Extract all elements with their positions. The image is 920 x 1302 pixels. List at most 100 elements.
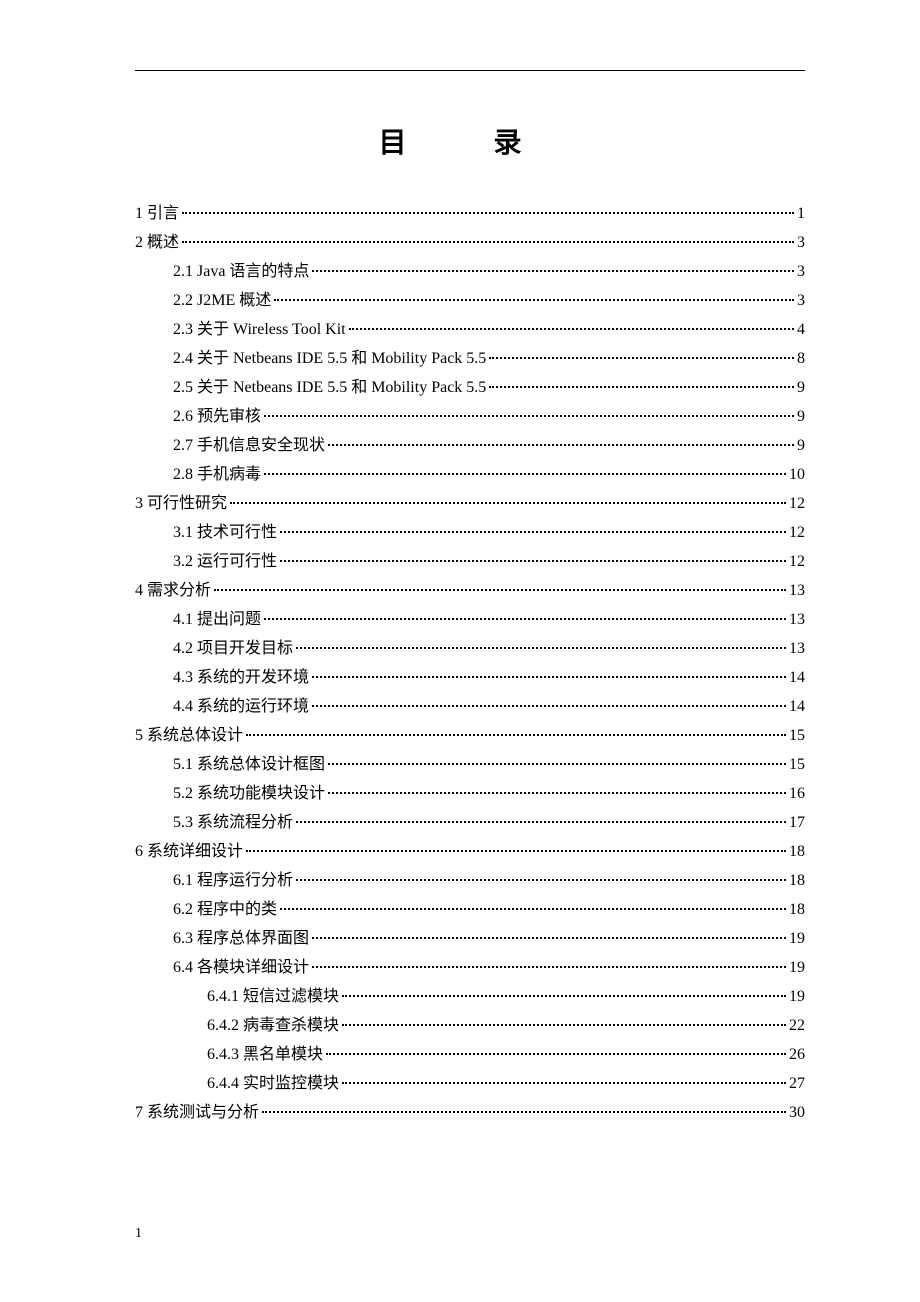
toc-leader-dots: [489, 357, 794, 359]
toc-entry: 3.1 技术可行性 12: [135, 525, 805, 541]
toc-entry-page: 14: [789, 699, 805, 715]
toc-entry: 2.4 关于 Netbeans IDE 5.5 和 Mobility Pack …: [135, 351, 805, 367]
toc-entry-label: 2.2 J2ME 概述: [173, 293, 271, 309]
toc-entry-label: 6.4 各模块详细设计: [173, 960, 309, 976]
toc-entry-label: 6.2 程序中的类: [173, 902, 277, 918]
toc-leader-dots: [312, 966, 786, 968]
toc-entry-page: 13: [789, 612, 805, 628]
toc-entry-label: 4.1 提出问题: [173, 612, 261, 628]
toc-entry-page: 9: [797, 409, 805, 425]
toc-entry-page: 12: [789, 554, 805, 570]
toc-entry-page: 3: [797, 264, 805, 280]
toc-leader-dots: [296, 821, 786, 823]
toc-entry-page: 15: [789, 757, 805, 773]
toc-entry-label: 5.2 系统功能模块设计: [173, 786, 325, 802]
toc-entry-label: 2.6 预先审核: [173, 409, 261, 425]
toc-leader-dots: [328, 763, 786, 765]
toc-entry: 5 系统总体设计15: [135, 728, 805, 744]
toc-entry-page: 17: [789, 815, 805, 831]
toc-leader-dots: [328, 792, 786, 794]
toc-leader-dots: [264, 415, 794, 417]
toc-leader-dots: [342, 1024, 786, 1026]
toc-entry-page: 12: [789, 525, 805, 541]
toc-leader-dots: [312, 937, 786, 939]
toc-entry: 6.4 各模块详细设计 19: [135, 960, 805, 976]
toc-leader-dots: [230, 502, 786, 504]
toc-entry: 6.3 程序总体界面图 19: [135, 931, 805, 947]
toc-entry-page: 13: [789, 583, 805, 599]
toc-entry: 2.3 关于 Wireless Tool Kit4: [135, 322, 805, 338]
toc-leader-dots: [280, 908, 786, 910]
toc-leader-dots: [182, 241, 794, 243]
toc-entry-label: 4 需求分析: [135, 583, 211, 599]
toc-entry-label: 2.8 手机病毒: [173, 467, 261, 483]
toc-entry: 6.4.2 病毒查杀模块22: [135, 1018, 805, 1034]
toc-entry: 3.2 运行可行性12: [135, 554, 805, 570]
toc-leader-dots: [264, 473, 786, 475]
toc-entry-label: 5 系统总体设计: [135, 728, 243, 744]
toc-entry-label: 2 概述: [135, 235, 179, 251]
toc-entry-label: 2.4 关于 Netbeans IDE 5.5 和 Mobility Pack …: [173, 351, 486, 367]
top-rule: [135, 70, 805, 71]
toc-entry-page: 1: [797, 206, 805, 222]
toc-entry-page: 8: [797, 351, 805, 367]
toc-leader-dots: [296, 647, 786, 649]
toc-entry-label: 6.1 程序运行分析: [173, 873, 293, 889]
toc-entry: 5.2 系统功能模块设计 16: [135, 786, 805, 802]
toc-entry-page: 18: [789, 844, 805, 860]
toc-leader-dots: [312, 705, 786, 707]
toc-entry-label: 5.1 系统总体设计框图: [173, 757, 325, 773]
toc-entry: 6 系统详细设计18: [135, 844, 805, 860]
toc-entry: 2.6 预先审核 9: [135, 409, 805, 425]
toc-leader-dots: [264, 618, 786, 620]
toc-entry: 5.3 系统流程分析 17: [135, 815, 805, 831]
toc-leader-dots: [280, 531, 786, 533]
toc-leader-dots: [349, 328, 794, 330]
toc-entry-page: 27: [789, 1076, 805, 1092]
toc-leader-dots: [296, 879, 786, 881]
toc-entry-page: 19: [789, 931, 805, 947]
toc-entry-page: 26: [789, 1047, 805, 1063]
toc-entry: 2.5 关于 Netbeans IDE 5.5 和 Mobility Pack …: [135, 380, 805, 396]
toc-entry-page: 19: [789, 960, 805, 976]
toc-entry: 4 需求分析 13: [135, 583, 805, 599]
toc-leader-dots: [489, 386, 794, 388]
toc-entry-page: 4: [797, 322, 805, 338]
toc-entry-label: 4.3 系统的开发环境: [173, 670, 309, 686]
toc-entry-page: 12: [789, 496, 805, 512]
toc-entry: 2 概述3: [135, 235, 805, 251]
toc-entry: 6.1 程序运行分析18: [135, 873, 805, 889]
toc-entry-label: 1 引言: [135, 206, 179, 222]
toc-entry: 6.4.3 黑名单模块26: [135, 1047, 805, 1063]
toc-entry-page: 9: [797, 380, 805, 396]
toc-entry-label: 2.5 关于 Netbeans IDE 5.5 和 Mobility Pack …: [173, 380, 486, 396]
toc-entry-label: 6.3 程序总体界面图: [173, 931, 309, 947]
toc-entry-page: 14: [789, 670, 805, 686]
toc-entry-label: 5.3 系统流程分析: [173, 815, 293, 831]
toc-leader-dots: [342, 1082, 786, 1084]
toc-entry-page: 30: [789, 1105, 805, 1121]
toc-entry-label: 6.4.4 实时监控模块: [207, 1076, 339, 1092]
document-page: 目 录 1 引言12 概述32.1 Java 语言的特点32.2 J2ME 概述…: [0, 0, 920, 1194]
toc-entry: 3 可行性研究 12: [135, 496, 805, 512]
toc-leader-dots: [182, 212, 794, 214]
toc-entry-label: 4.2 项目开发目标: [173, 641, 293, 657]
toc-entry-page: 16: [789, 786, 805, 802]
toc-entry-label: 3 可行性研究: [135, 496, 227, 512]
toc-entry-label: 7 系统测试与分析: [135, 1105, 259, 1121]
toc-leader-dots: [280, 560, 786, 562]
toc-leader-dots: [274, 299, 794, 301]
toc-entry-label: 3.1 技术可行性: [173, 525, 277, 541]
toc-entry-page: 9: [797, 438, 805, 454]
toc-entry: 4.3 系统的开发环境 14: [135, 670, 805, 686]
toc-entry-label: 2.1 Java 语言的特点: [173, 264, 309, 280]
toc-entry: 4.2 项目开发目标13: [135, 641, 805, 657]
toc-entry: 2.2 J2ME 概述3: [135, 293, 805, 309]
toc-entry-label: 4.4 系统的运行环境: [173, 699, 309, 715]
toc-leader-dots: [246, 850, 786, 852]
toc-entry: 6.4.4 实时监控模块 27: [135, 1076, 805, 1092]
page-number: 1: [135, 1226, 142, 1242]
toc-entry-label: 6.4.1 短信过滤模块: [207, 989, 339, 1005]
toc-leader-dots: [214, 589, 786, 591]
toc-leader-dots: [312, 270, 794, 272]
